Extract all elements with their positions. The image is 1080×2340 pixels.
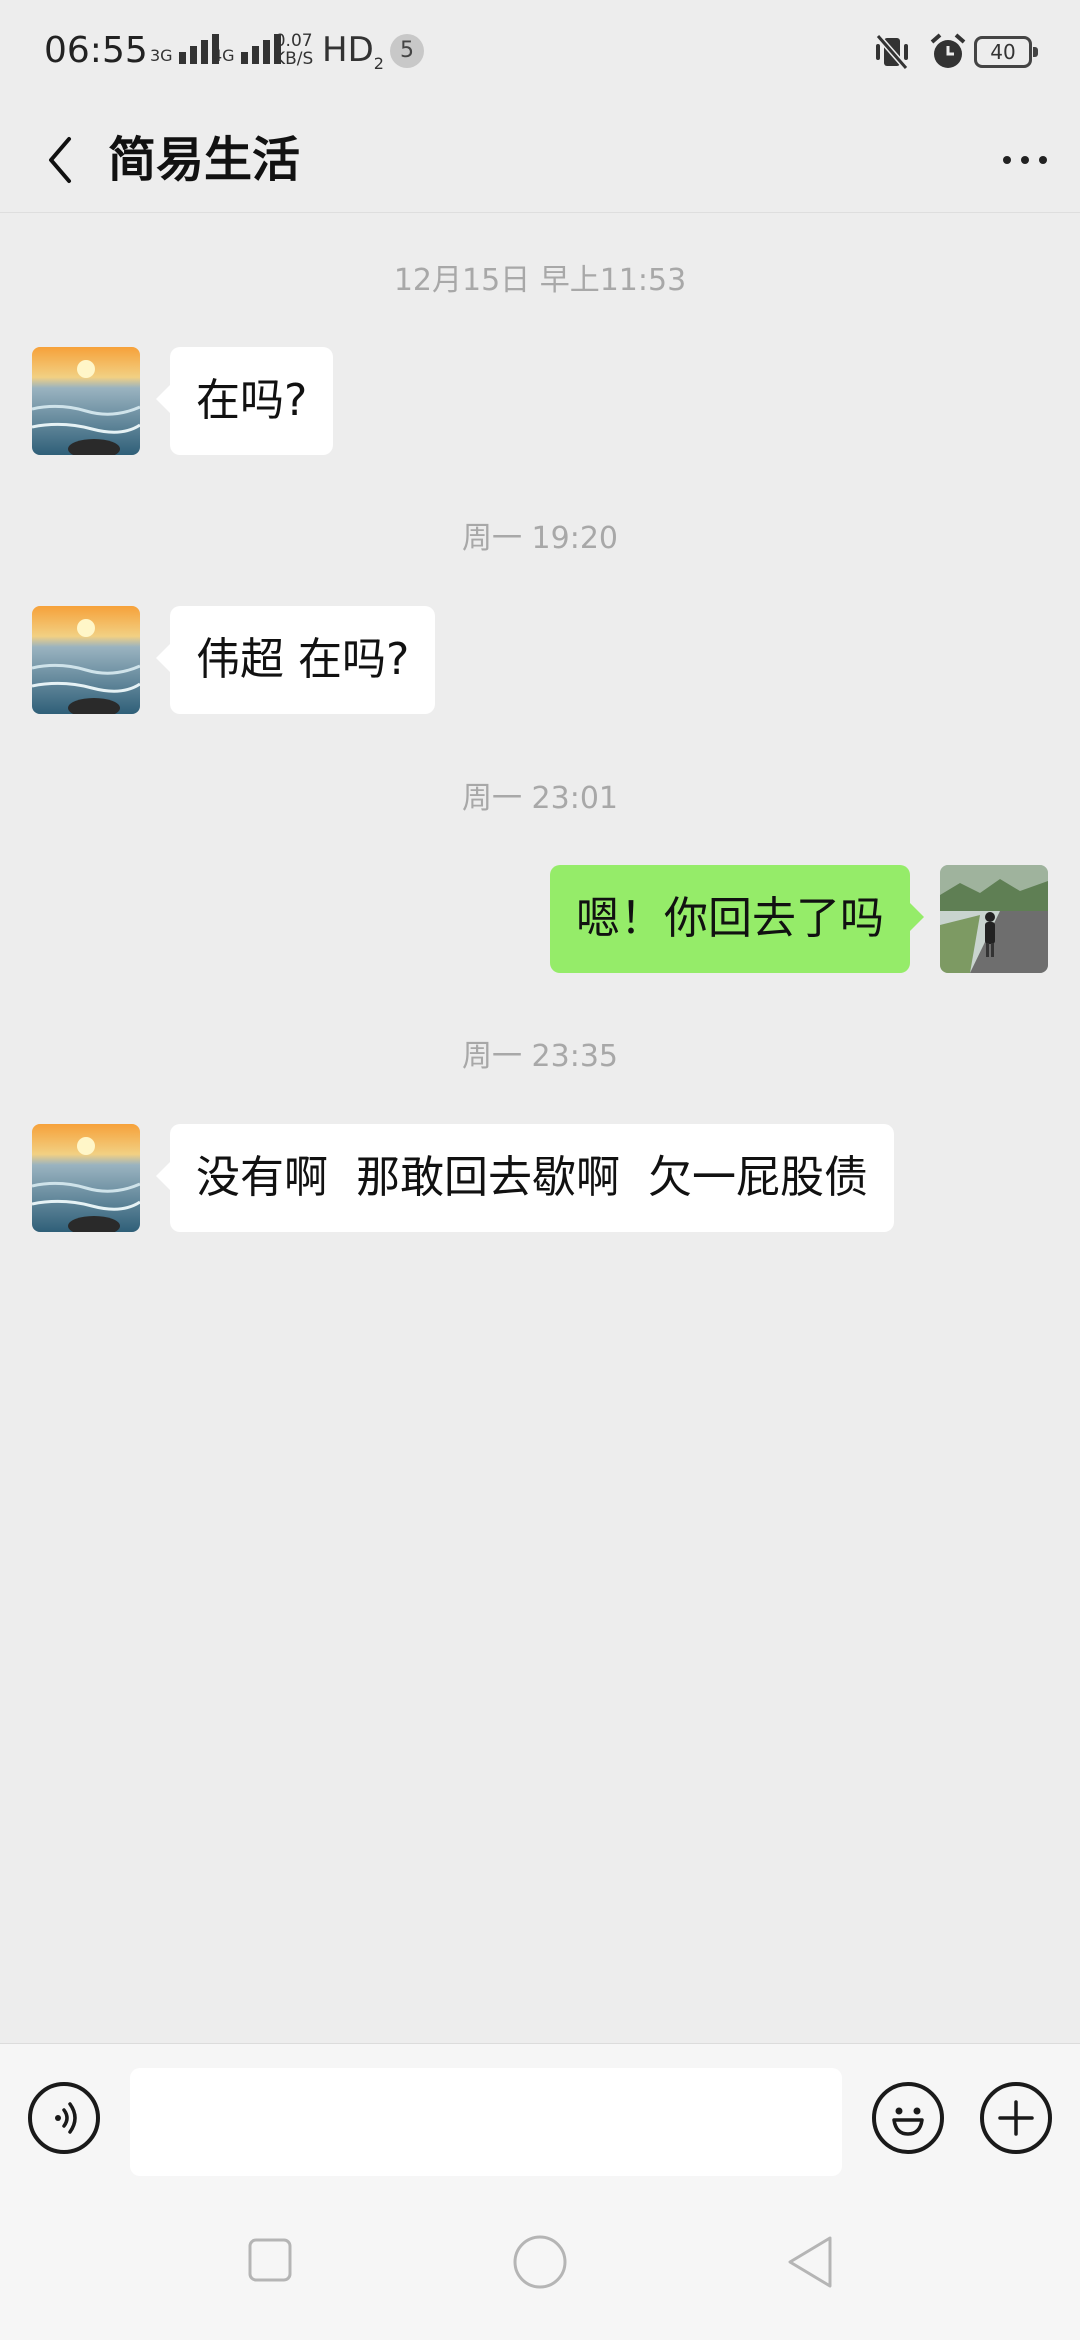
emoji-icon (892, 2107, 924, 2136)
my-avatar[interactable] (940, 865, 1048, 973)
alarm-icon (930, 33, 966, 68)
vibrate-off-icon (875, 34, 909, 70)
message-timestamp: 12月15日 早上11:53 (393, 263, 687, 298)
sunset-avatar-image (32, 606, 140, 714)
message-bubble-received[interactable]: 没有啊 那敢回去歇啊 欠一屁股债 (156, 1124, 894, 1232)
chat-title: 简易生活 (108, 132, 301, 188)
message-bubble-received[interactable]: 伟超 在吗? (155, 606, 436, 714)
hd-indicator: HD2 (322, 30, 384, 73)
plus-icon (998, 2100, 1034, 2136)
system-navigation-bar (0, 2180, 1080, 2340)
home-icon[interactable] (512, 2234, 568, 2290)
message-bubble-received[interactable]: 在吗? (155, 347, 334, 455)
hd-label: HD (322, 30, 374, 70)
message-timestamp: 周一 19:20 (462, 521, 618, 556)
emoji-button[interactable] (872, 2082, 944, 2154)
message-timestamp: 周一 23:35 (462, 1039, 618, 1074)
more-options-button[interactable] (990, 126, 1060, 194)
contact-avatar[interactable] (32, 1124, 140, 1232)
signal-3g: 3G (150, 30, 219, 64)
system-back-icon[interactable] (784, 2234, 836, 2290)
message-bubble-sent[interactable]: 嗯！你回去了吗 (550, 865, 924, 973)
status-bar: 06:55 3G 4G 0.07 KB/S HD2 5 40 (0, 0, 1080, 108)
sunset-avatar-image (32, 347, 140, 455)
status-time: 06:55 (44, 30, 148, 71)
speed-unit: KB/S (274, 49, 314, 69)
network-type-label: 3G (150, 46, 173, 65)
person-avatar-image (940, 865, 1048, 973)
network-type-label: 4G (212, 46, 235, 65)
message-list[interactable]: 12月15日 早上11:53 在吗? 周一 19:20 伟超 在吗? 周一 23… (0, 213, 1080, 2043)
hd-sub: 2 (373, 53, 384, 73)
message-input[interactable] (130, 2068, 842, 2176)
voice-icon (55, 2102, 77, 2134)
chevron-left-icon (49, 137, 71, 183)
back-button[interactable] (30, 126, 90, 194)
more-functions-button[interactable] (980, 2082, 1052, 2154)
chat-header: 简易生活 (0, 108, 1080, 213)
recent-apps-icon[interactable] (246, 2236, 294, 2284)
sunset-avatar-image (32, 1124, 140, 1232)
voice-button[interactable] (28, 2082, 100, 2154)
more-dots-icon (1021, 156, 1029, 164)
network-speed: 0.07 KB/S (274, 32, 313, 68)
message-timestamp: 周一 23:01 (462, 781, 618, 816)
contact-avatar[interactable] (32, 606, 140, 714)
message-input-bar (0, 2043, 1080, 2180)
more-dots-icon (1039, 156, 1047, 164)
battery-indicator: 40 (974, 36, 1038, 68)
contact-avatar[interactable] (32, 347, 140, 455)
more-dots-icon (1003, 156, 1011, 164)
notification-count-badge: 5 (390, 34, 424, 68)
speed-value: 0.07 (274, 31, 313, 51)
signal-4g: 4G (212, 30, 281, 64)
